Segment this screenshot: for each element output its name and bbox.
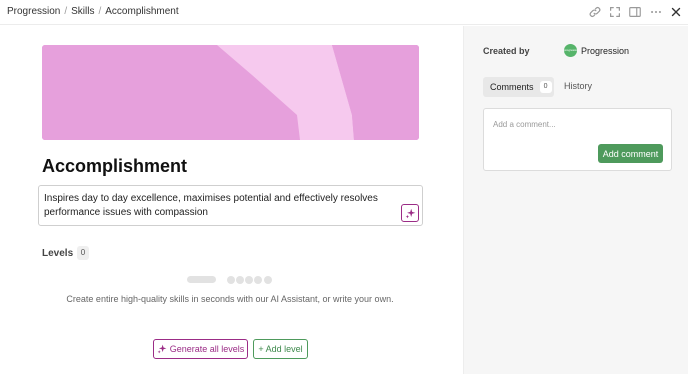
levels-empty-hint: Create entire high-quality skills in sec… — [66, 294, 394, 304]
levels-count-badge: 0 — [77, 246, 89, 260]
skill-title[interactable]: Accomplishment — [42, 156, 187, 177]
top-bar: Progression / Skills / Accomplishment — [0, 0, 688, 25]
close-icon[interactable] — [669, 5, 683, 19]
add-comment-button[interactable]: Add comment — [598, 144, 663, 163]
breadcrumb-progression[interactable]: Progression — [7, 6, 60, 17]
levels-heading: Levels — [42, 248, 74, 259]
levels-placeholder-dot — [245, 276, 253, 284]
comment-box: Add a comment... Add comment — [483, 108, 672, 171]
add-level-button[interactable]: + Add level — [253, 339, 308, 359]
levels-placeholder-dot — [227, 276, 235, 284]
skill-description-field[interactable]: Inspires day to day excellence, maximise… — [38, 185, 423, 226]
ai-assist-button[interactable] — [401, 204, 419, 222]
tab-history[interactable]: History — [564, 81, 592, 91]
levels-placeholder-dot — [254, 276, 262, 284]
side-panel-icon[interactable] — [628, 5, 642, 19]
levels-placeholder-pill — [187, 276, 216, 283]
skill-banner — [42, 45, 419, 140]
breadcrumb: Progression / Skills / Accomplishment — [7, 6, 179, 17]
more-icon[interactable] — [649, 5, 663, 19]
breadcrumb-separator: / — [98, 6, 102, 17]
skill-detail: Accomplishment Inspires day to day excel… — [0, 26, 463, 390]
breadcrumb-separator: / — [64, 6, 68, 17]
breadcrumb-skills[interactable]: Skills — [71, 6, 94, 17]
levels-placeholder-dot — [264, 276, 272, 284]
skill-description-text[interactable]: Inspires day to day excellence, maximise… — [44, 192, 399, 220]
expand-icon[interactable] — [608, 5, 622, 19]
banner-shapes — [42, 45, 419, 140]
sparkle-icon — [157, 344, 167, 354]
creator-name: Progression — [581, 46, 630, 56]
comments-count-badge: 0 — [539, 81, 552, 93]
comment-input[interactable]: Add a comment... — [493, 120, 556, 129]
tab-comments[interactable]: Comments 0 — [483, 77, 554, 97]
generate-all-levels-button[interactable]: Generate all levels — [153, 339, 248, 359]
tab-comments-label: Comments — [490, 82, 534, 92]
levels-placeholder-dot — [236, 276, 244, 284]
breadcrumb-current: Accomplishment — [105, 6, 179, 17]
created-by-label: Created by — [483, 46, 530, 56]
creator-avatar: progression — [564, 44, 577, 57]
creator-avatar-text: progression — [564, 48, 577, 52]
sidebar: Created by progression Progression Comme… — [463, 26, 688, 374]
generate-all-levels-label: Generate all levels — [169, 344, 245, 354]
sparkle-icon — [405, 208, 415, 218]
link-icon[interactable] — [588, 5, 602, 19]
